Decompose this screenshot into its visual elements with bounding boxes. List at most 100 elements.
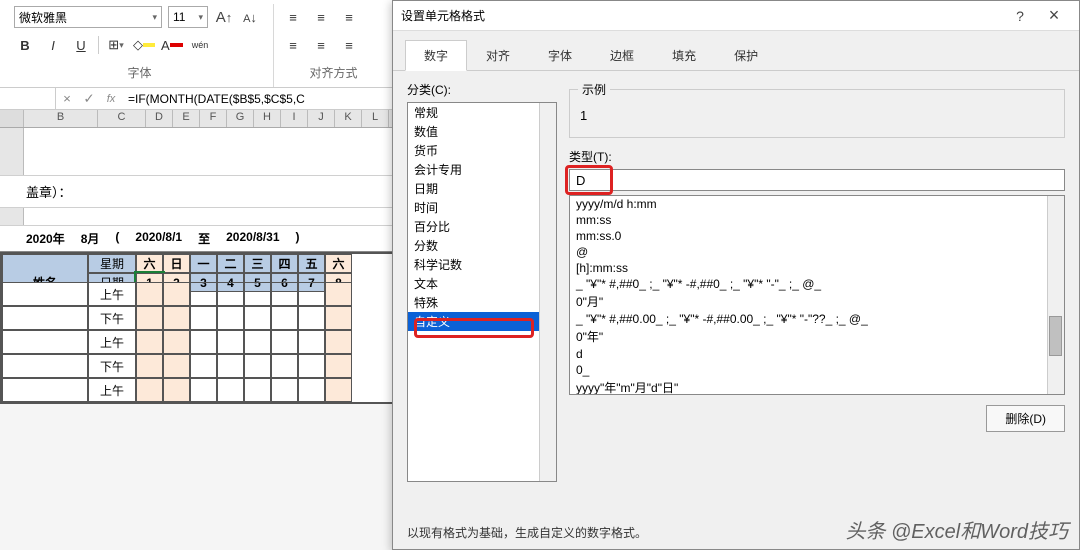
type-input[interactable] — [569, 169, 1065, 191]
col-header[interactable]: H — [254, 110, 281, 127]
formula-confirm-button[interactable]: ✓ — [78, 88, 100, 109]
list-item[interactable]: mm:ss.0 — [570, 228, 1064, 244]
dialog-titlebar[interactable]: 设置单元格格式 ? × — [393, 1, 1079, 31]
list-item[interactable]: 时间 — [408, 198, 556, 217]
format-list[interactable]: yyyy/m/d h:mm mm:ss mm:ss.0 @ [h]:mm:ss … — [569, 195, 1065, 395]
align-right-button[interactable]: ≡ — [338, 34, 360, 56]
weekday-cell: 四 — [271, 254, 298, 273]
col-header[interactable]: E — [173, 110, 200, 127]
list-item[interactable]: @ — [570, 244, 1064, 260]
col-header[interactable]: C — [98, 110, 146, 127]
tab-fill[interactable]: 填充 — [653, 39, 715, 70]
col-header[interactable]: L — [362, 110, 389, 127]
col-header[interactable]: F — [200, 110, 227, 127]
example-value: 1 — [578, 104, 1056, 127]
col-header[interactable]: D — [146, 110, 173, 127]
format-cells-dialog: 设置单元格格式 ? × 数字 对齐 字体 边框 填充 保护 分类(C): 常规 … — [392, 0, 1080, 550]
list-item[interactable]: 日期 — [408, 179, 556, 198]
list-item[interactable]: mm:ss — [570, 212, 1064, 228]
grow-font-button[interactable]: A↑ — [214, 6, 234, 28]
list-item[interactable]: 科学记数 — [408, 255, 556, 274]
list-item[interactable]: 特殊 — [408, 293, 556, 312]
weekday-cell: 日 — [163, 254, 190, 273]
list-item[interactable]: yyyy/m/d h:mm — [570, 196, 1064, 212]
col-header[interactable]: B — [24, 110, 98, 127]
ribbon-group-label-align: 对齐方式 — [282, 60, 385, 87]
align-bottom-button[interactable]: ≡ — [338, 6, 360, 28]
weekday-cell: 三 — [244, 254, 271, 273]
scrollbar[interactable] — [539, 103, 556, 481]
font-size-value: 11 — [173, 10, 185, 24]
category-list[interactable]: 常规 数值 货币 会计专用 日期 时间 百分比 分数 科学记数 文本 特殊 自定… — [407, 102, 557, 482]
list-item[interactable]: _ "¥"* #,##0_ ;_ "¥"* -#,##0_ ;_ "¥"* "-… — [570, 276, 1064, 292]
help-button[interactable]: ? — [1003, 4, 1037, 28]
font-name-select[interactable]: 微软雅黑 ▾ — [14, 6, 162, 28]
col-header[interactable]: K — [335, 110, 362, 127]
font-color-button[interactable]: A — [161, 34, 183, 56]
example-box: 示例 1 — [569, 81, 1065, 138]
scrollbar[interactable] — [1047, 196, 1064, 394]
list-item[interactable]: 0_ — [570, 362, 1064, 378]
shrink-font-button[interactable]: A↓ — [240, 6, 260, 28]
align-top-button[interactable]: ≡ — [282, 6, 304, 28]
align-center-button[interactable]: ≡ — [310, 34, 332, 56]
italic-button[interactable]: I — [42, 34, 64, 56]
weekday-cell: 二 — [217, 254, 244, 273]
name-cell[interactable] — [2, 282, 88, 306]
chevron-down-icon: ▾ — [198, 12, 203, 23]
bold-button[interactable]: B — [14, 34, 36, 56]
font-size-select[interactable]: 11 ▾ — [168, 6, 208, 28]
tab-font[interactable]: 字体 — [529, 39, 591, 70]
list-item[interactable]: 货币 — [408, 141, 556, 160]
col-header[interactable]: G — [227, 110, 254, 127]
tab-alignment[interactable]: 对齐 — [467, 39, 529, 70]
delete-button[interactable]: 删除(D) — [986, 405, 1065, 432]
list-item[interactable]: 0"月" — [570, 292, 1064, 311]
borders-button[interactable]: ⊞▾ — [105, 34, 127, 56]
list-item-selected[interactable]: 自定义 — [408, 312, 556, 331]
week-label: 星期 — [88, 254, 136, 273]
font-name-value: 微软雅黑 — [19, 9, 67, 26]
list-item[interactable]: 文本 — [408, 274, 556, 293]
period-label: 上午 — [88, 378, 136, 402]
watermark: 头条 @Excel和Word技巧 — [845, 515, 1068, 544]
tab-number[interactable]: 数字 — [405, 40, 467, 71]
list-item[interactable]: 数值 — [408, 122, 556, 141]
fx-button[interactable]: fx — [100, 88, 122, 109]
list-item[interactable]: 百分比 — [408, 217, 556, 236]
tab-border[interactable]: 边框 — [591, 39, 653, 70]
scrollbar-thumb[interactable] — [1049, 316, 1062, 356]
weekday-cell: 六 — [136, 254, 163, 273]
list-item[interactable]: 会计专用 — [408, 160, 556, 179]
formula-cancel-button[interactable]: × — [56, 88, 78, 109]
period-label: 下午 — [88, 306, 136, 330]
dialog-title: 设置单元格格式 — [401, 7, 1003, 24]
dialog-tabs: 数字 对齐 字体 边框 填充 保护 — [393, 31, 1079, 71]
period-label: 下午 — [88, 354, 136, 378]
name-box[interactable] — [0, 88, 56, 109]
tab-protection[interactable]: 保护 — [715, 39, 777, 70]
list-item[interactable]: [h]:mm:ss — [570, 260, 1064, 276]
phonetic-button[interactable]: wén — [189, 34, 211, 56]
close-button[interactable]: × — [1037, 4, 1071, 28]
weekday-cell: 一 — [190, 254, 217, 273]
list-item[interactable]: yyyy"年"m"月"d"日" — [570, 378, 1064, 395]
type-label: 类型(T): — [569, 148, 1065, 165]
align-middle-button[interactable]: ≡ — [310, 6, 332, 28]
list-item[interactable]: d — [570, 346, 1064, 362]
example-label: 示例 — [578, 81, 610, 98]
weekday-cell: 五 — [298, 254, 325, 273]
list-item[interactable]: 分数 — [408, 236, 556, 255]
list-item[interactable]: 0"年" — [570, 327, 1064, 346]
col-header[interactable]: J — [308, 110, 335, 127]
chevron-down-icon: ▾ — [152, 12, 157, 23]
fill-color-button[interactable]: ◇ — [133, 34, 155, 56]
align-left-button[interactable]: ≡ — [282, 34, 304, 56]
col-header[interactable]: I — [281, 110, 308, 127]
period-label: 上午 — [88, 282, 136, 306]
ribbon-group-label-font: 字体 — [14, 60, 265, 87]
select-all-corner[interactable] — [0, 110, 24, 127]
list-item[interactable]: 常规 — [408, 103, 556, 122]
list-item[interactable]: _ "¥"* #,##0.00_ ;_ "¥"* -#,##0.00_ ;_ "… — [570, 311, 1064, 327]
underline-button[interactable]: U — [70, 34, 92, 56]
